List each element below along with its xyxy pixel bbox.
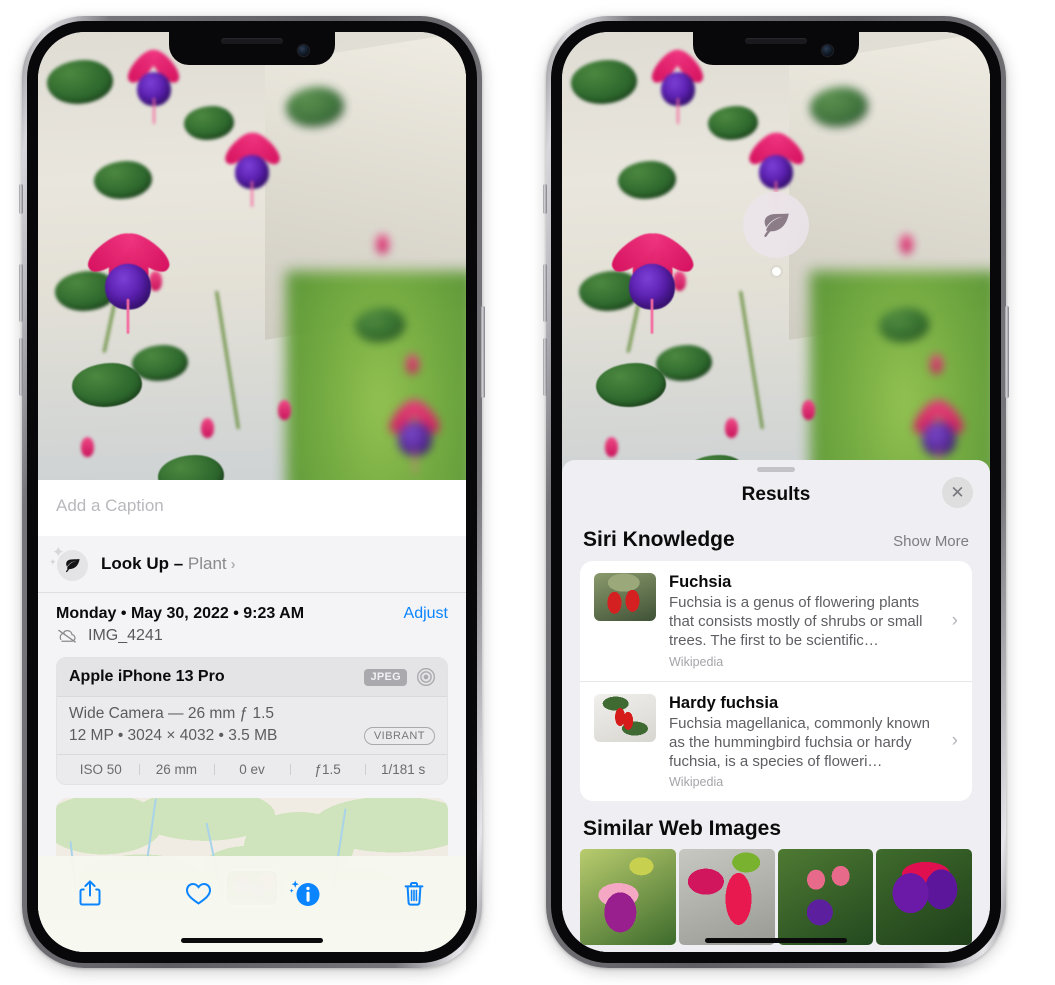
screenshot-stage: Add a Caption ✦ ✦ Look Up – Plant › Mond…: [0, 0, 1055, 985]
web-image-thumbnail[interactable]: [777, 849, 874, 946]
pin-anchor-dot: [771, 267, 781, 276]
home-indicator[interactable]: [705, 938, 847, 943]
adjust-button[interactable]: Adjust: [404, 605, 448, 623]
display-notch: [169, 32, 335, 65]
chevron-right-icon: ›: [230, 556, 236, 573]
volume-down-button[interactable]: [19, 338, 23, 396]
similar-web-images-heading: Similar Web Images: [583, 817, 782, 841]
right-phone-bezel: Results ✕ Siri Knowledge Show More Fuchs…: [551, 21, 1001, 963]
leaf-icon: [57, 550, 88, 581]
sparkle-icon-small: ✦: [49, 557, 57, 567]
close-icon[interactable]: ✕: [942, 477, 973, 508]
share-icon: [79, 880, 101, 906]
display-notch: [693, 32, 859, 65]
result-title: Hardy fuchsia: [669, 693, 779, 712]
format-badge: JPEG: [364, 668, 407, 686]
chevron-right-icon: ›: [951, 730, 958, 752]
right-phone-screen: Results ✕ Siri Knowledge Show More Fuchs…: [562, 32, 990, 952]
exif-settings-row: ISO 50 26 mm 0 ev ƒ1.5 1/181 s: [57, 754, 447, 784]
front-camera: [822, 45, 833, 56]
siri-knowledge-card: Fuchsia Fuchsia is a genus of flowering …: [580, 561, 972, 802]
info-button[interactable]: [286, 873, 326, 913]
exif-body: Wide Camera — 26 mm ƒ 1.5 12 MP • 3024 ×…: [57, 697, 447, 754]
heart-icon: [185, 882, 211, 905]
exif-card: Apple iPhone 13 Pro JPEG Wide Camera — 2…: [56, 657, 448, 785]
delete-button[interactable]: [394, 873, 434, 913]
look-up-category: Plant: [187, 554, 227, 573]
web-image-thumbnail[interactable]: [580, 849, 676, 946]
result-description: Fuchsia is a genus of flowering plants t…: [669, 594, 923, 650]
look-up-label-group: Look Up – Plant ›: [101, 554, 236, 574]
show-more-button[interactable]: Show More: [893, 533, 969, 550]
photographic-style-badge: VIBRANT: [363, 727, 435, 745]
side-power-button[interactable]: [1005, 306, 1009, 398]
file-details: 12 MP • 3024 × 4032 • 3.5 MB: [69, 727, 278, 744]
exif-iso: ISO 50: [79, 762, 122, 777]
visual-lookup-info-icon: [289, 880, 320, 906]
left-phone-bezel: Add a Caption ✦ ✦ Look Up – Plant › Mond…: [27, 21, 477, 963]
exif-header: Apple iPhone 13 Pro JPEG: [57, 658, 447, 697]
front-camera: [298, 45, 309, 56]
siri-knowledge-header: Siri Knowledge Show More: [562, 518, 990, 561]
lens-info: Wide Camera — 26 mm ƒ 1.5: [69, 705, 275, 722]
earpiece-speaker: [221, 38, 283, 44]
web-image-thumbnail[interactable]: [876, 849, 972, 946]
volume-up-button[interactable]: [19, 264, 23, 322]
results-title: Results: [741, 484, 811, 505]
favorite-button[interactable]: [178, 873, 218, 913]
exif-shutter-speed: 1/181 s: [365, 762, 441, 777]
visual-lookup-leaf-pin[interactable]: [743, 192, 809, 276]
similar-web-images-strip: [562, 849, 990, 946]
result-source: Wikipedia: [669, 654, 724, 669]
volume-up-button[interactable]: [543, 264, 547, 322]
siri-knowledge-heading: Siri Knowledge: [583, 528, 735, 551]
result-title: Fuchsia: [669, 573, 732, 591]
results-header: Results ✕: [562, 472, 990, 518]
earpiece-speaker: [745, 38, 807, 44]
visual-lookup-results-sheet: Results ✕ Siri Knowledge Show More Fuchs…: [562, 460, 990, 952]
silent-switch[interactable]: [543, 184, 547, 214]
trash-icon: [404, 881, 424, 906]
left-phone-screen: Add a Caption ✦ ✦ Look Up – Plant › Mond…: [38, 32, 466, 952]
camera-model: Apple iPhone 13 Pro: [69, 668, 225, 685]
photo-date: Monday • May 30, 2022 • 9:23 AM: [56, 605, 305, 622]
caption-field-row[interactable]: Add a Caption: [38, 480, 466, 536]
silent-switch[interactable]: [19, 184, 23, 214]
web-image-thumbnail[interactable]: [678, 849, 775, 946]
photo-filename-row: IMG_4241: [38, 625, 466, 657]
result-source: Wikipedia: [669, 775, 724, 790]
caption-input[interactable]: Add a Caption: [56, 496, 448, 516]
home-indicator[interactable]: [181, 938, 323, 943]
right-phone-device: Results ✕ Siri Knowledge Show More Fuchs…: [543, 16, 1009, 968]
list-item[interactable]: Fuchsia Fuchsia is a genus of flowering …: [580, 561, 972, 681]
result-thumbnail: [594, 573, 656, 621]
exif-focal-length: 26 mm: [138, 762, 215, 777]
look-up-badge: ✦ ✦: [49, 545, 88, 581]
left-phone-device: Add a Caption ✦ ✦ Look Up – Plant › Mond…: [19, 16, 485, 968]
aperture-icon: [417, 668, 435, 686]
photo-filename: IMG_4241: [88, 627, 163, 644]
result-description: Fuchsia magellanica, commonly known as t…: [669, 714, 930, 770]
chevron-right-icon: ›: [951, 609, 958, 631]
list-item[interactable]: Hardy fuchsia Fuchsia magellanica, commo…: [580, 680, 972, 802]
exif-exposure: 0 ev: [214, 762, 290, 777]
photo-date-row: Monday • May 30, 2022 • 9:23 AM Adjust: [38, 593, 466, 625]
side-power-button[interactable]: [481, 306, 485, 398]
look-up-label: Look Up –: [101, 554, 184, 573]
share-button[interactable]: [70, 873, 110, 913]
result-thumbnail: [594, 693, 656, 742]
leaf-icon: [743, 192, 809, 258]
volume-down-button[interactable]: [543, 338, 547, 396]
look-up-row[interactable]: ✦ ✦ Look Up – Plant ›: [38, 536, 466, 593]
exif-aperture: ƒ1.5: [289, 762, 366, 777]
cloud-slash-icon: [58, 629, 76, 643]
